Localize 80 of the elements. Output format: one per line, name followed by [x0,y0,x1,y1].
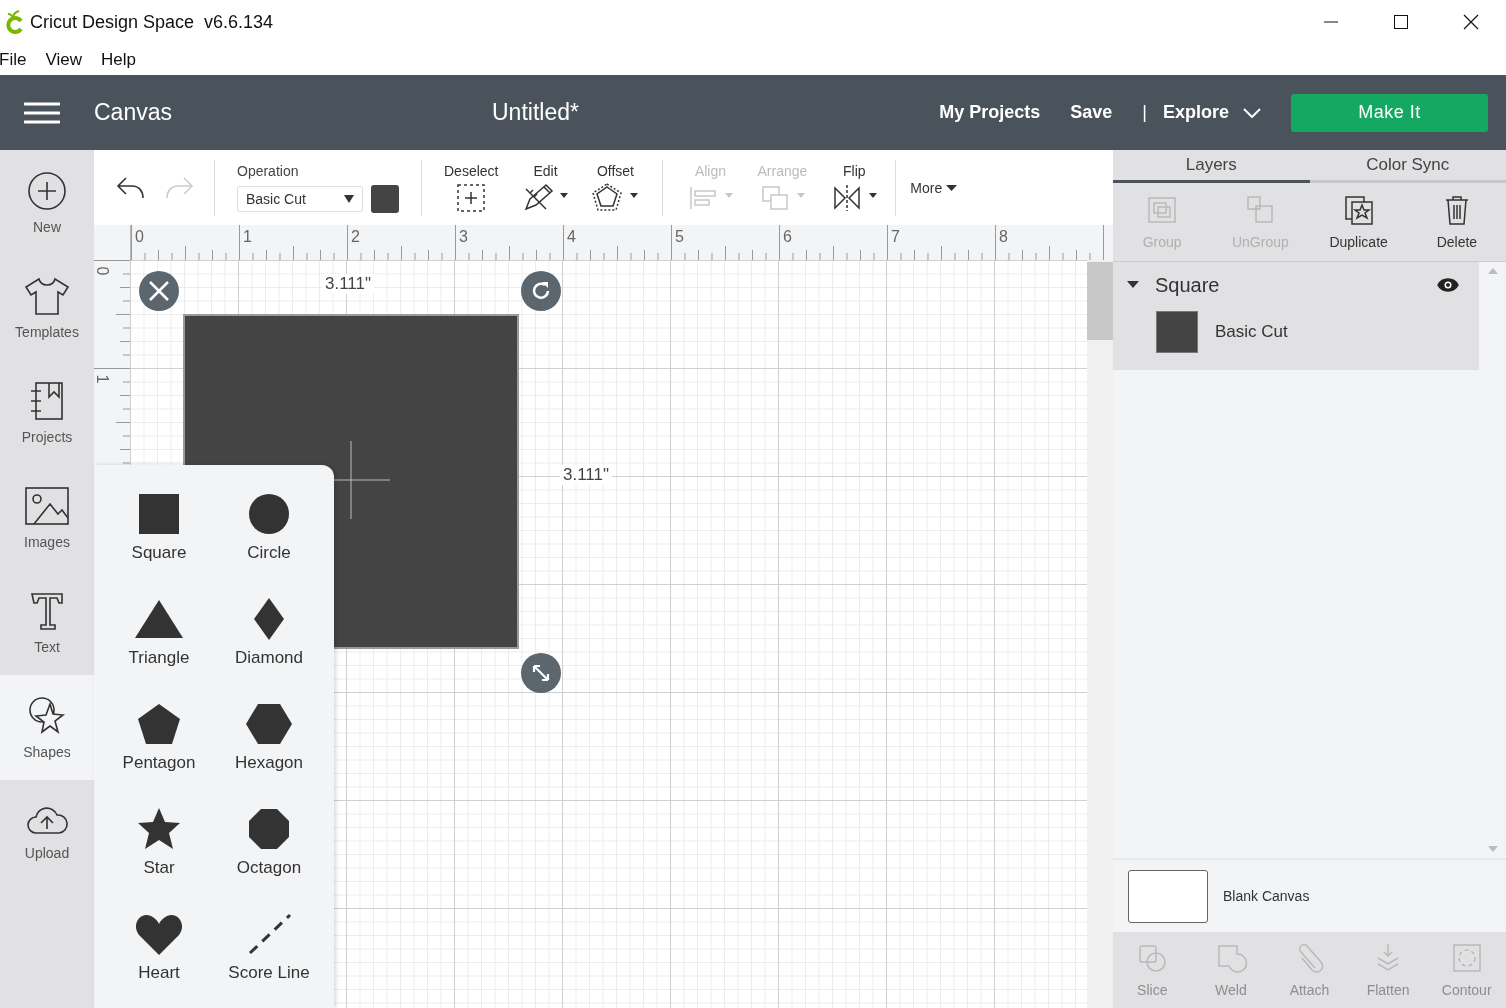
panel-tab[interactable]: Layers [1113,150,1310,183]
shape-option[interactable]: Octagon [214,806,324,911]
caret-icon[interactable] [1127,281,1139,289]
shape-option[interactable]: Hexagon [214,701,324,806]
ruler-label: 8 [999,228,1008,246]
layer-name: Square [1155,273,1220,297]
ruler-label: 1 [243,228,252,246]
shape-option[interactable]: Diamond [214,596,324,701]
width-label: 3.111" [322,274,375,294]
window-title: Cricut Design Space v6.6.134 [30,11,274,33]
picture-icon [24,485,70,526]
pentagon-outline-icon [592,182,639,213]
flip-icon [831,182,878,213]
shape-option[interactable]: Star [104,806,214,911]
ruler-label: 4 [567,228,576,246]
undo-icon[interactable] [116,175,146,200]
layer-action-button[interactable]: Delete [1407,183,1506,261]
more-dropdown[interactable]: More [910,179,958,196]
resize-handle[interactable] [521,653,561,693]
section-title: Canvas [94,99,172,126]
scrollbar-thumb[interactable] [1087,262,1113,340]
letter-t-icon [29,590,65,631]
operation-dropdown[interactable]: Basic Cut [237,185,363,212]
t-shirt-icon [24,275,70,316]
star-circle-icon [28,695,66,736]
color-swatch[interactable] [371,184,399,213]
rotate-handle[interactable] [521,271,561,311]
ruler-label: 0 [135,228,144,246]
star-copy-icon [1342,194,1375,226]
pencil-ruler-icon [522,182,569,213]
ruler-label: 1 [93,374,112,384]
header-link[interactable]: My Projects [939,102,1041,123]
close-icon[interactable] [1463,14,1479,30]
caret-icon [344,194,354,203]
sidebar-item[interactable]: Shapes [0,675,94,780]
header-link[interactable]: Save [1070,102,1113,123]
project-title: Untitled* [492,99,579,126]
explore-dropdown[interactable]: Explore [1162,102,1261,123]
layer-swatch [1156,311,1198,353]
ruler-label: 7 [891,228,900,246]
ruler-label: 6 [783,228,792,246]
ruler-label: 3 [459,228,468,246]
menu-item[interactable]: View [45,49,82,70]
layer-operation: Basic Cut [1215,322,1288,342]
slice-icon [1136,942,1169,974]
eye-icon[interactable] [1437,277,1459,293]
ruler-label: 0 [93,266,112,276]
shape-option[interactable]: Circle [214,491,324,596]
shape-option[interactable]: Pentagon [104,701,214,806]
toolbar-button[interactable]: Offset [580,162,651,213]
contour-icon [1450,942,1483,974]
cloud-upload-icon [26,804,68,837]
menu-item[interactable]: File [0,49,27,70]
menu-icon[interactable] [24,100,60,125]
ruler-label: 5 [675,228,684,246]
menu-item[interactable]: Help [100,49,136,70]
toolbar-button[interactable]: Edit [510,162,581,213]
shape-option[interactable]: Heart [104,911,214,1008]
shape-option[interactable]: Square [104,491,214,596]
shape-option[interactable]: Score Line [214,911,324,1008]
remove-handle[interactable] [139,271,179,311]
maximize-icon[interactable] [1393,14,1409,30]
toolbar-button[interactable]: Deselect [432,162,511,213]
hexagon-shape-icon [244,701,294,747]
height-label: 3.111" [560,465,613,485]
sprout-logo-icon [4,10,24,34]
chevron-down-icon [1243,107,1261,118]
caret-icon [946,184,958,191]
toolbar-button[interactable]: Flip [819,162,890,213]
shape-option[interactable]: Triangle [104,596,214,701]
ruler-label: 2 [351,228,360,246]
plus-circle-icon [27,170,67,211]
separator: | [1142,102,1147,123]
notebook-icon [29,380,65,421]
blank-canvas-label: Blank Canvas [1223,888,1310,904]
panel-tab[interactable]: Color Sync [1309,150,1506,183]
operation-label: Operation [237,162,300,179]
dashed-select-icon [456,182,487,213]
layer-action-button[interactable]: Duplicate [1309,183,1408,261]
group-icon [1146,194,1179,226]
